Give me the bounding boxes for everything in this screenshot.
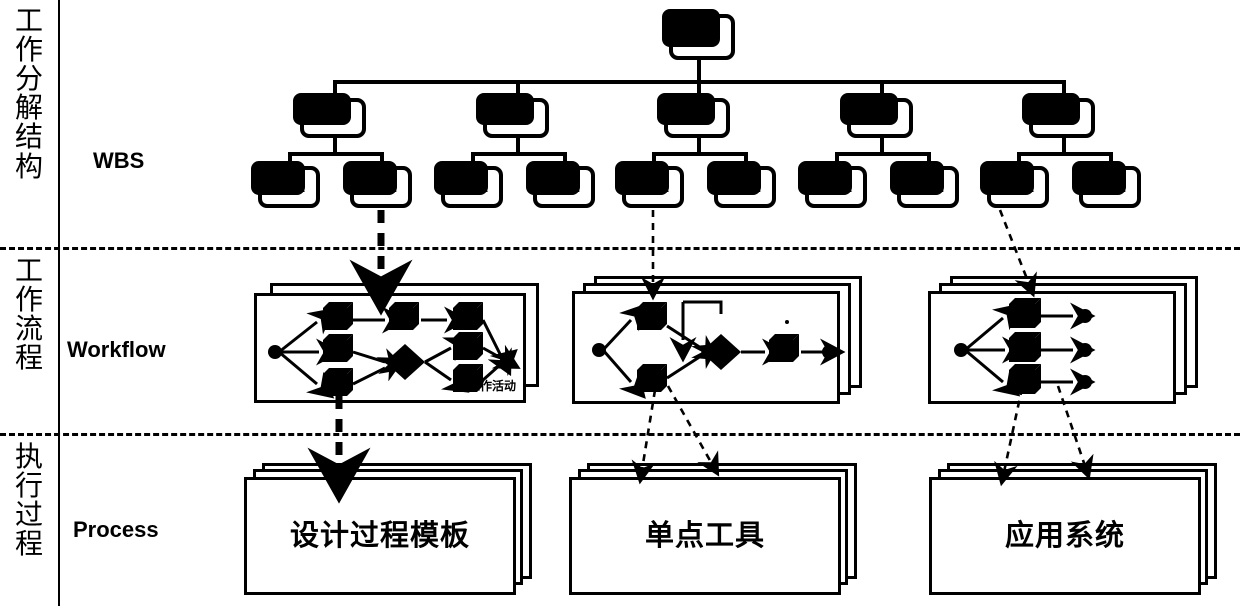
tree-stem-n3: [697, 138, 701, 152]
wbs-node-n4[interactable]: n.4: [840, 93, 913, 138]
wbs-node-n2-1[interactable]: n.2.1: [434, 161, 503, 208]
wbs-node-label: n.4: [869, 110, 891, 126]
workflow-panel-1[interactable]: 工作活动: [254, 283, 539, 403]
panel-sheet-front: [928, 291, 1176, 404]
wbs-node-label: n.3: [686, 110, 708, 126]
wbs-node-label: n.1: [322, 110, 344, 126]
band-separator-wbs-workflow: [0, 247, 1240, 250]
wbs-node-n1-2[interactable]: n.1.2: [343, 161, 412, 208]
wbs-node-label: n.3.2: [729, 179, 761, 195]
wbs-node-label: n.0: [691, 28, 713, 46]
workflow-decision-node: [385, 344, 425, 380]
workflow-panel-2[interactable]: [572, 276, 862, 404]
tree-stem-n4: [880, 138, 884, 152]
panel-sheet-front: [572, 291, 846, 404]
wbs-node-root[interactable]: n.0: [662, 9, 735, 60]
wbs-node-label: n.1.2: [365, 179, 397, 195]
tree-bus-n5: [1017, 152, 1109, 156]
band-separator-workflow-process: [0, 433, 1240, 436]
wbs-node-n1-1[interactable]: n.1.1: [251, 161, 320, 208]
wbs-node-label: n.2.1: [456, 179, 488, 195]
band-vertical-label-wbs: 工作分解结构: [6, 6, 52, 181]
tree-bus-n4: [835, 152, 927, 156]
band-vertical-label-process: 执行过程: [6, 440, 52, 561]
tree-stem-n5: [1062, 138, 1066, 152]
process-panel-2[interactable]: 单点工具: [569, 463, 859, 595]
workflow-panel-3[interactable]: [928, 276, 1198, 404]
workflow-end-node: [500, 353, 514, 367]
tree-stem-n1: [333, 138, 337, 152]
tree-bus-n2: [471, 152, 563, 156]
wbs-node-n2[interactable]: n.2: [476, 93, 549, 138]
workflow-start-node: [954, 343, 968, 357]
wbs-node-label: n.5.1: [1002, 179, 1034, 195]
process-label: 设计过程模板: [289, 518, 470, 552]
panel-sheet-front: 应用系统: [929, 477, 1201, 595]
wbs-node-label: n.4.2: [912, 179, 944, 195]
panel-sheet-front: 工作活动: [254, 293, 526, 403]
label-column-divider: [58, 0, 60, 606]
row-label-wbs: WBS: [93, 148, 145, 173]
row-label-process: Process: [73, 517, 159, 542]
process-label: 单点工具: [644, 518, 765, 552]
wbs-node-label: n.1.1: [273, 179, 305, 195]
wbs-node-n3-2[interactable]: n.3.2: [707, 161, 776, 208]
workflow-end-node: [822, 345, 836, 359]
workflow-start-node: [268, 345, 282, 359]
vlabel-char: 工作分解结构: [14, 4, 43, 183]
band-vertical-label-workflow: 工作流程: [6, 254, 52, 375]
wbs-node-n4-2[interactable]: n.4.2: [890, 161, 959, 208]
workflow-graph-3: [954, 298, 1096, 397]
wbs-node-n1[interactable]: n.1: [293, 93, 366, 138]
wbs-node-label: n.2.2: [548, 179, 580, 195]
workflow-activity-nodes: [1009, 298, 1041, 394]
process-panel-3[interactable]: 应用系统: [929, 463, 1219, 595]
wbs-node-n5[interactable]: n.5: [1022, 93, 1095, 138]
vlabel-char: 工作流程: [14, 254, 43, 375]
wbs-node-n4-1[interactable]: n.4.1: [798, 161, 867, 208]
process-label: 应用系统: [1004, 518, 1125, 552]
tree-stem-root: [697, 60, 701, 82]
process-panel-1[interactable]: 设计过程模板: [244, 463, 534, 595]
tree-bus-n1: [288, 152, 380, 156]
workflow-activity-caption: 工作活动: [467, 379, 516, 393]
diagram-canvas: 工作分解结构 工作流程 执行过程 WBS Workflow Process n.…: [0, 0, 1240, 606]
workflow-start-node: [592, 343, 606, 357]
workflow-loopback-path: [683, 300, 723, 314]
workflow-decision-node: [701, 334, 741, 370]
wbs-node-label: n.5.2: [1094, 179, 1126, 195]
wbs-node-n3-1[interactable]: n.3.1: [615, 161, 684, 208]
workflow-end-node-3: [1078, 375, 1092, 389]
wbs-node-label: n.3.1: [637, 179, 669, 195]
workflow-end-node-2: [1078, 343, 1092, 357]
wbs-node-n3[interactable]: n.3: [657, 93, 730, 138]
wbs-node-label: n.5: [1051, 110, 1073, 126]
panel-sheet-front: 单点工具: [569, 477, 841, 595]
wbs-node-label: n.4.1: [820, 179, 852, 195]
workflow-dot-marker: [785, 320, 789, 324]
workflow-end-node-1: [1078, 309, 1092, 323]
workflow-graph-2: [592, 300, 846, 399]
wbs-node-n2-2[interactable]: n.2.2: [526, 161, 595, 208]
row-label-workflow: Workflow: [67, 337, 166, 362]
tree-bus-n3: [652, 152, 744, 156]
wbs-node-label: n.2: [505, 110, 527, 126]
panel-sheet-front: 设计过程模板: [244, 477, 516, 595]
vlabel-char: 执行过程: [14, 440, 43, 561]
wbs-node-n5-1[interactable]: n.5.1: [980, 161, 1049, 208]
wbs-node-n5-2[interactable]: n.5.2: [1072, 161, 1141, 208]
tree-stem-n2: [516, 138, 520, 152]
